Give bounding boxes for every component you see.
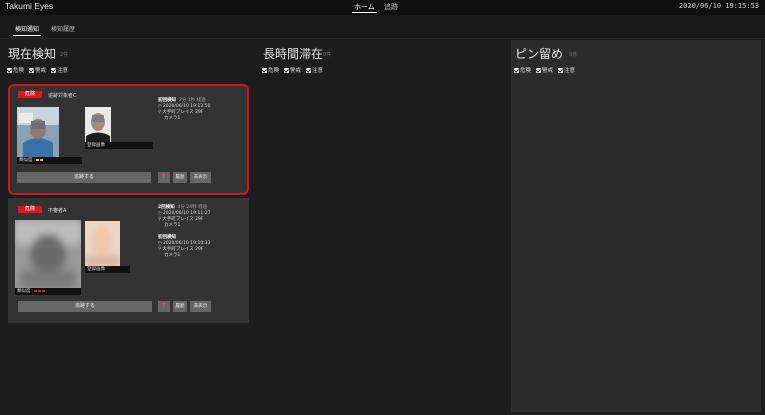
pin-icon: 📍	[161, 304, 167, 309]
detection-info: 2回検知 4分 24秒 経過 ◷2020/06/10 19:11:27 ⚲大手町プ…	[158, 205, 211, 258]
registered-label: 登録画像	[85, 142, 153, 149]
similarity-indicator	[33, 288, 46, 295]
column-current: 現在検知 2件 危険 警戒 注意 危険 追跡対象者C 類似度 登録画像 初回検知…	[4, 40, 253, 412]
column-count: 0件	[569, 52, 578, 58]
filter-group: 危険 警戒 注意	[514, 66, 575, 74]
filter-warning[interactable]: 警戒	[29, 66, 46, 74]
column-title: 長時間滞在	[263, 47, 324, 61]
column-long-stay: 長時間滞在 0件 危険 警戒 注意	[259, 40, 505, 412]
filter-group: 危険 警戒 注意	[7, 66, 68, 74]
registered-photo	[85, 107, 111, 142]
clock-icon: ◷	[158, 104, 162, 109]
checkbox-icon[interactable]	[306, 67, 312, 73]
person-name: 追跡対象者C	[48, 93, 77, 99]
filter-caution[interactable]: 注意	[306, 66, 323, 74]
pin-icon: 📍	[161, 175, 167, 180]
checkbox-icon[interactable]	[558, 67, 564, 73]
location-pin-icon: ⚲	[158, 217, 162, 222]
track-button[interactable]: 追跡する	[18, 301, 152, 312]
detection-info: 初回検知 2分 3秒 経過 ◷2020/06/10 19:12:50 ⚲大手町プレ…	[158, 98, 211, 121]
history-button[interactable]: 履歴	[173, 301, 187, 312]
tab-notifications[interactable]: 検知通知	[12, 24, 42, 36]
checkbox-icon[interactable]	[262, 67, 267, 73]
filter-warning[interactable]: 警戒	[536, 66, 553, 74]
status-badge: 危険	[18, 91, 42, 98]
top-bar: Takumi Eyes ホーム 追跡 2020/06/10 19:15:53	[0, 0, 765, 15]
detection-card[interactable]: 危険 不審者A 類似度 登録画像 2回検知 4分 24秒 経過 ◷2020/06…	[8, 198, 249, 323]
checkbox-icon[interactable]	[284, 67, 290, 73]
pin-button[interactable]: 📍	[158, 172, 170, 183]
checkbox-icon[interactable]	[29, 67, 35, 73]
nav-home[interactable]: ホーム	[352, 2, 377, 13]
filter-danger[interactable]: 危険	[262, 66, 279, 74]
column-title: 現在検知	[8, 47, 57, 61]
column-count: 2件	[60, 52, 69, 58]
similarity-label: 類似度	[17, 157, 82, 164]
hide-button[interactable]: 非表示	[190, 172, 211, 183]
checkbox-icon[interactable]	[51, 67, 57, 73]
similarity-label: 類似度	[15, 288, 81, 295]
location-pin-icon: ⚲	[158, 110, 162, 115]
column-count: 0件	[323, 52, 332, 58]
filter-group: 危険 警戒 注意	[262, 66, 323, 74]
checkbox-icon[interactable]	[536, 67, 542, 73]
nav-track[interactable]: 追跡	[384, 2, 398, 12]
filter-caution[interactable]: 注意	[51, 66, 68, 74]
column-title: ピン留め	[515, 47, 564, 61]
filter-danger[interactable]: 危険	[7, 66, 24, 74]
location-pin-icon: ⚲	[158, 247, 162, 252]
track-button[interactable]: 追跡する	[17, 172, 151, 183]
filter-caution[interactable]: 注意	[558, 66, 575, 74]
filter-warning[interactable]: 警戒	[284, 66, 301, 74]
history-button[interactable]: 履歴	[173, 172, 187, 183]
person-name: 不審者A	[48, 208, 67, 214]
hide-button[interactable]: 非表示	[190, 301, 211, 312]
checkbox-icon[interactable]	[514, 67, 519, 73]
status-badge: 危険	[18, 206, 42, 213]
clock: 2020/06/10 19:15:53	[678, 2, 759, 10]
detection-card[interactable]: 危険 追跡対象者C 類似度 登録画像 初回検知 2分 3秒 経過 ◷2020/0…	[8, 84, 249, 195]
checkbox-icon[interactable]	[7, 67, 12, 73]
clock-icon: ◷	[158, 211, 162, 216]
filter-danger[interactable]: 危険	[514, 66, 531, 74]
tab-history[interactable]: 検知履歴	[51, 24, 75, 33]
detected-photo	[17, 107, 59, 157]
pin-button[interactable]: 📍	[158, 301, 170, 312]
detected-photo	[15, 220, 81, 288]
app-title: Takumi Eyes	[5, 1, 54, 11]
clock-icon: ◷	[158, 241, 162, 246]
registered-photo	[85, 221, 120, 266]
sub-tabs: 検知通知 検知履歴	[0, 15, 765, 39]
registered-label: 登録画像	[85, 266, 130, 273]
column-pinned: ピン留め 0件 危険 警戒 注意	[511, 40, 761, 412]
similarity-indicator	[35, 157, 44, 164]
